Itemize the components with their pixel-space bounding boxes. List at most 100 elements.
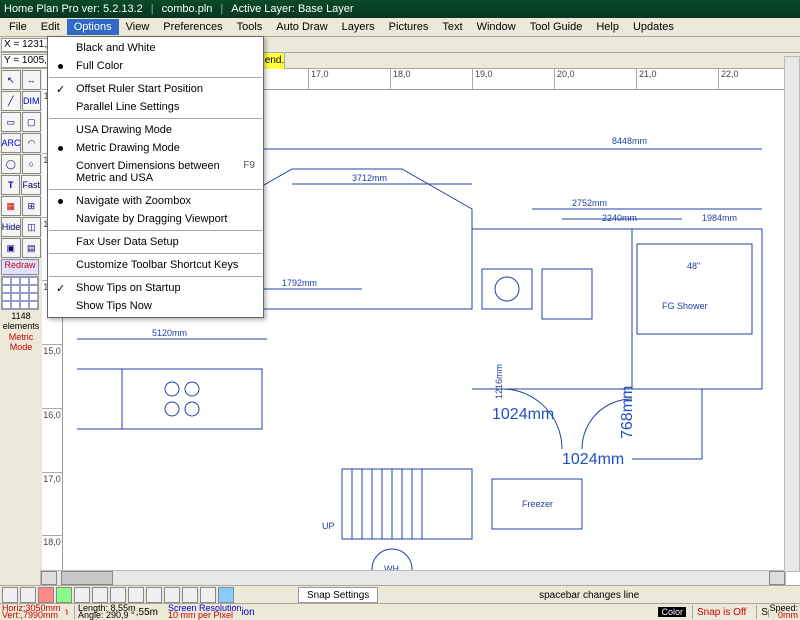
menu-tools[interactable]: Tools [230, 19, 270, 35]
app-title: Home Plan Pro ver: 5.2.13.2 [4, 3, 143, 15]
dim-tool[interactable]: DIM [22, 91, 42, 111]
menu-item-black-and-white[interactable]: Black and White [48, 39, 263, 57]
ruler-tick: 20,0 [554, 69, 636, 89]
menu-item-metric-drawing-mode[interactable]: Metric Drawing Mode [48, 139, 263, 157]
ruler-tick: 17,0 [42, 472, 62, 536]
crop-tool[interactable]: ▣ [1, 238, 21, 258]
dim-5120: 5120mm [152, 328, 187, 338]
bb-icon[interactable] [200, 587, 216, 603]
title-bar: Home Plan Pro ver: 5.2.13.2 | combo.pln … [0, 0, 800, 18]
status-snap: Snap is Off [697, 607, 746, 618]
menu-text[interactable]: Text [435, 19, 469, 35]
menu-item-show-tips-on-startup[interactable]: Show Tips on Startup✓ [48, 279, 263, 297]
layer-label: Active Layer: [231, 3, 295, 15]
bb-icon[interactable] [164, 587, 180, 603]
dim-1984: 1984mm [702, 213, 737, 223]
menu-item-parallel-line-settings[interactable]: Parallel Line Settings [48, 98, 263, 116]
scroll-right-arrow[interactable] [769, 571, 785, 585]
menu-separator [49, 118, 262, 119]
arc-tool[interactable]: ARC [1, 133, 21, 153]
menu-preferences[interactable]: Preferences [156, 19, 229, 35]
menu-auto-draw[interactable]: Auto Draw [269, 19, 334, 35]
bb-icon[interactable] [110, 587, 126, 603]
shortcut: F9 [243, 160, 255, 184]
menu-view[interactable]: View [119, 19, 157, 35]
label-shower: FG Shower [662, 301, 708, 311]
menu-item-fax-user-data-setup[interactable]: Fax User Data Setup [48, 233, 263, 251]
bb-icon[interactable] [182, 587, 198, 603]
menu-pictures[interactable]: Pictures [382, 19, 436, 35]
bb-icon[interactable] [146, 587, 162, 603]
menu-item-usa-drawing-mode[interactable]: USA Drawing Mode [48, 121, 263, 139]
select-tool[interactable]: ↖ [1, 70, 21, 90]
menu-separator [49, 77, 262, 78]
symbol-tool[interactable]: ▦ [1, 196, 21, 216]
bb-icon[interactable] [56, 587, 72, 603]
text-tool[interactable]: T [1, 175, 20, 195]
dim-2752: 2752mm [572, 198, 607, 208]
menu-item-customize-toolbar-shortcut-keys[interactable]: Customize Toolbar Shortcut Keys [48, 256, 263, 274]
bb-icon[interactable] [92, 587, 108, 603]
menu-separator [49, 276, 262, 277]
active-layer: Base Layer [298, 3, 354, 15]
label-48in: 48" [687, 261, 700, 271]
menu-item-convert-dimensions-between-metric-and-usa[interactable]: Convert Dimensions between Metric and US… [48, 157, 263, 187]
layer-tool[interactable]: ▤ [22, 238, 42, 258]
spacebar-hint: spacebar changes line [380, 590, 798, 601]
menu-item-navigate-with-zoombox[interactable]: Navigate with Zoombox [48, 192, 263, 210]
menu-updates[interactable]: Updates [626, 19, 681, 35]
grid-picker[interactable] [1, 276, 39, 310]
menu-item-full-color[interactable]: Full Color [48, 57, 263, 75]
menu-options[interactable]: Options [67, 19, 119, 35]
options-menu-dropdown: Black and WhiteFull Color Offset Ruler St… [47, 36, 264, 318]
snap-settings-button[interactable]: Snap Settings [298, 587, 378, 603]
redraw-button[interactable]: Redraw [1, 259, 39, 275]
check-icon: ✓ [56, 83, 65, 96]
menu-file[interactable]: File [2, 19, 34, 35]
ellipse-tool[interactable]: ◯ [1, 154, 21, 174]
rect-tool[interactable]: ▭ [1, 112, 21, 132]
ruler-tick: 18,0 [390, 69, 472, 89]
menu-help[interactable]: Help [589, 19, 626, 35]
bb-icon[interactable] [218, 587, 234, 603]
menu-tool-guide[interactable]: Tool Guide [523, 19, 590, 35]
curve-tool[interactable]: ◠ [22, 133, 41, 153]
menu-edit[interactable]: Edit [34, 19, 67, 35]
bb-icon[interactable] [2, 587, 18, 603]
status-res-val: 10 mm per Pixel [168, 612, 242, 619]
menu-window[interactable]: Window [470, 19, 523, 35]
bb-icon[interactable] [38, 587, 54, 603]
hide-tool[interactable]: Hide [1, 217, 21, 237]
file-name: combo.pln [162, 3, 213, 15]
menu-layers[interactable]: Layers [335, 19, 382, 35]
pan-tool[interactable]: ↔ [22, 70, 42, 90]
guide-tool[interactable]: ◫ [22, 217, 41, 237]
dim-2240: 2240mm [602, 213, 637, 223]
bb-icon[interactable] [128, 587, 144, 603]
status-angle: Angle: 290,9 ° [78, 612, 136, 619]
fast-tool[interactable]: Fast [21, 175, 41, 195]
bb-icon[interactable] [74, 587, 90, 603]
menu-item-show-tips-now[interactable]: Show Tips Now [48, 297, 263, 315]
box-tool[interactable]: ▢ [22, 112, 42, 132]
dim-3712: 3712mm [352, 173, 387, 183]
ruler-tick: 16,0 [42, 408, 62, 472]
horizontal-scrollbar[interactable] [40, 570, 786, 586]
tool-palette: ↖↔ ╱DIM ▭▢ ARC◠ ◯○ TFast ▦⊞ Hide◫ ▣▤ Red… [0, 69, 42, 599]
label-up: UP [322, 521, 335, 531]
clone-tool[interactable]: ⊞ [22, 196, 42, 216]
vertical-scrollbar[interactable] [784, 56, 800, 572]
line-tool[interactable]: ╱ [1, 91, 21, 111]
bb-icon[interactable] [20, 587, 36, 603]
menu-bar: FileEditOptionsViewPreferencesToolsAuto … [0, 18, 800, 37]
menu-item-offset-ruler-start-position[interactable]: Offset Ruler Start Position✓ [48, 80, 263, 98]
circle-tool[interactable]: ○ [22, 154, 42, 174]
menu-item-navigate-by-dragging-viewport[interactable]: Navigate by Dragging Viewport [48, 210, 263, 228]
scroll-thumb[interactable] [61, 571, 113, 585]
scroll-left-arrow[interactable] [41, 571, 57, 585]
color-button[interactable]: Color [658, 607, 686, 617]
ruler-tick: 15,0 [42, 344, 62, 408]
dim-1216: 1216mm [494, 364, 504, 399]
dim-1024a: 1024mm [492, 406, 554, 423]
dim-768: 768mm [619, 386, 636, 439]
